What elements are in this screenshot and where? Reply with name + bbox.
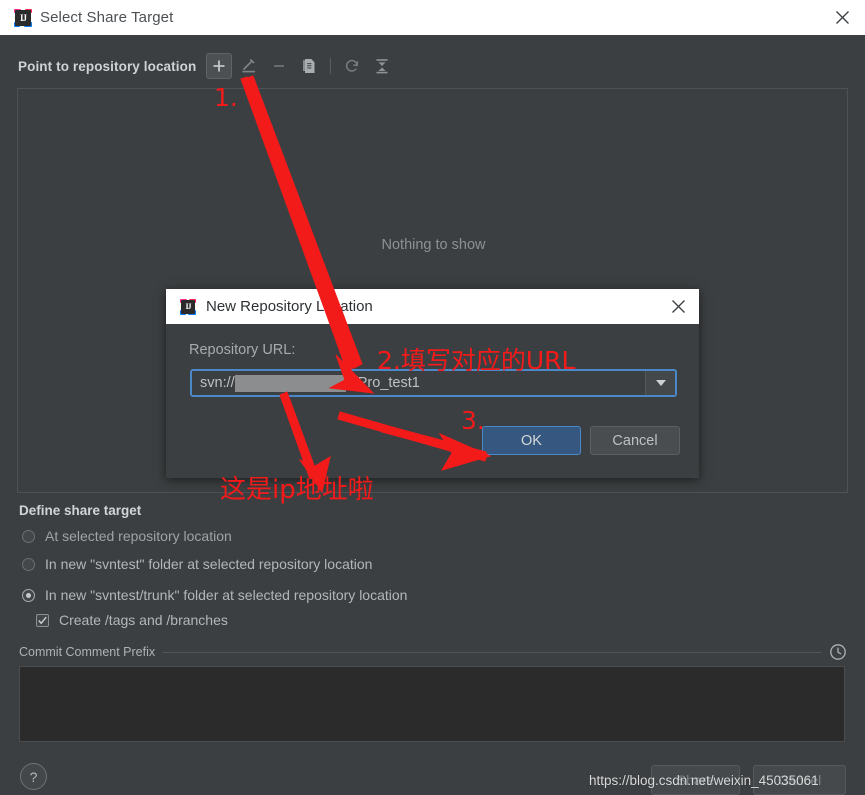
annotation-step-3: 3. [461, 406, 485, 435]
help-button[interactable]: ? [20, 763, 47, 790]
chevron-down-icon[interactable] [645, 371, 675, 395]
clock-icon[interactable] [829, 643, 847, 661]
modal-titlebar: IJ New Repository Location [166, 289, 699, 324]
intellij-idea-icon: IJ [180, 298, 196, 315]
repository-url-label: Repository URL: [189, 342, 296, 358]
url-prefix: svn:// [200, 375, 235, 391]
point-to-repository-location-label: Point to repository location [18, 58, 197, 74]
radio-label: In new "svntest" folder at selected repo… [45, 556, 373, 572]
ok-button[interactable]: OK [482, 426, 581, 455]
commit-comment-prefix-input[interactable] [19, 666, 845, 742]
empty-list-message: Nothing to show [381, 237, 486, 253]
watermark-text: https://blog.csdn.net/weixin_45035061 [589, 773, 819, 788]
new-repository-location-dialog: IJ New Repository Location Repository UR… [166, 289, 699, 478]
document-icon [296, 53, 322, 79]
radio-icon-selected [22, 588, 35, 602]
checkbox-label: Create /tags and /branches [59, 612, 228, 628]
modal-cancel-button[interactable]: Cancel [590, 426, 680, 455]
repository-toolbar: Point to repository location [18, 53, 399, 79]
url-suffix: 8/Pro_test1 [345, 375, 420, 391]
modal-title-text: New Repository Location [206, 298, 373, 315]
close-icon[interactable] [657, 289, 699, 324]
radio-icon [22, 557, 35, 571]
window-titlebar: IJ Select Share Target [0, 0, 865, 35]
radio-label: In new "svntest/trunk" folder at selecte… [45, 587, 408, 603]
radio-icon [22, 529, 35, 543]
redacted-ip-block [234, 374, 346, 392]
close-icon[interactable] [819, 0, 865, 35]
window-title: Select Share Target [40, 9, 174, 26]
commit-comment-prefix-label: Commit Comment Prefix [19, 645, 156, 659]
divider [163, 651, 821, 653]
annotation-step-1: 1. [214, 83, 238, 112]
select-share-target-window: IJ Select Share Target Point to reposito… [0, 0, 865, 795]
annotation-step-2: 2.填写对应的URL [377, 346, 576, 375]
toolbar-separator [330, 58, 332, 74]
annotation-ip-note: 这是ip地址啦 [220, 475, 374, 505]
radio-in-new-svntest-folder[interactable]: In new "svntest" folder at selected repo… [22, 556, 372, 572]
refresh-button [339, 53, 365, 79]
remove-repository-location-button [266, 53, 292, 79]
define-share-target-label: Define share target [19, 503, 142, 518]
collapse-all-button [369, 53, 395, 79]
add-repository-location-button[interactable] [206, 53, 233, 79]
intellij-idea-icon: IJ [14, 8, 32, 27]
checkbox-icon-checked [36, 613, 49, 627]
checkbox-create-tags-and-branches[interactable]: Create /tags and /branches [36, 612, 228, 628]
radio-at-selected-repository-location[interactable]: At selected repository location [22, 528, 232, 544]
edit-repository-location-button [236, 53, 262, 79]
radio-label: At selected repository location [45, 528, 232, 544]
commit-comment-prefix-header: Commit Comment Prefix [19, 643, 847, 661]
radio-in-new-svntest-trunk-folder[interactable]: In new "svntest/trunk" folder at selecte… [22, 587, 407, 603]
